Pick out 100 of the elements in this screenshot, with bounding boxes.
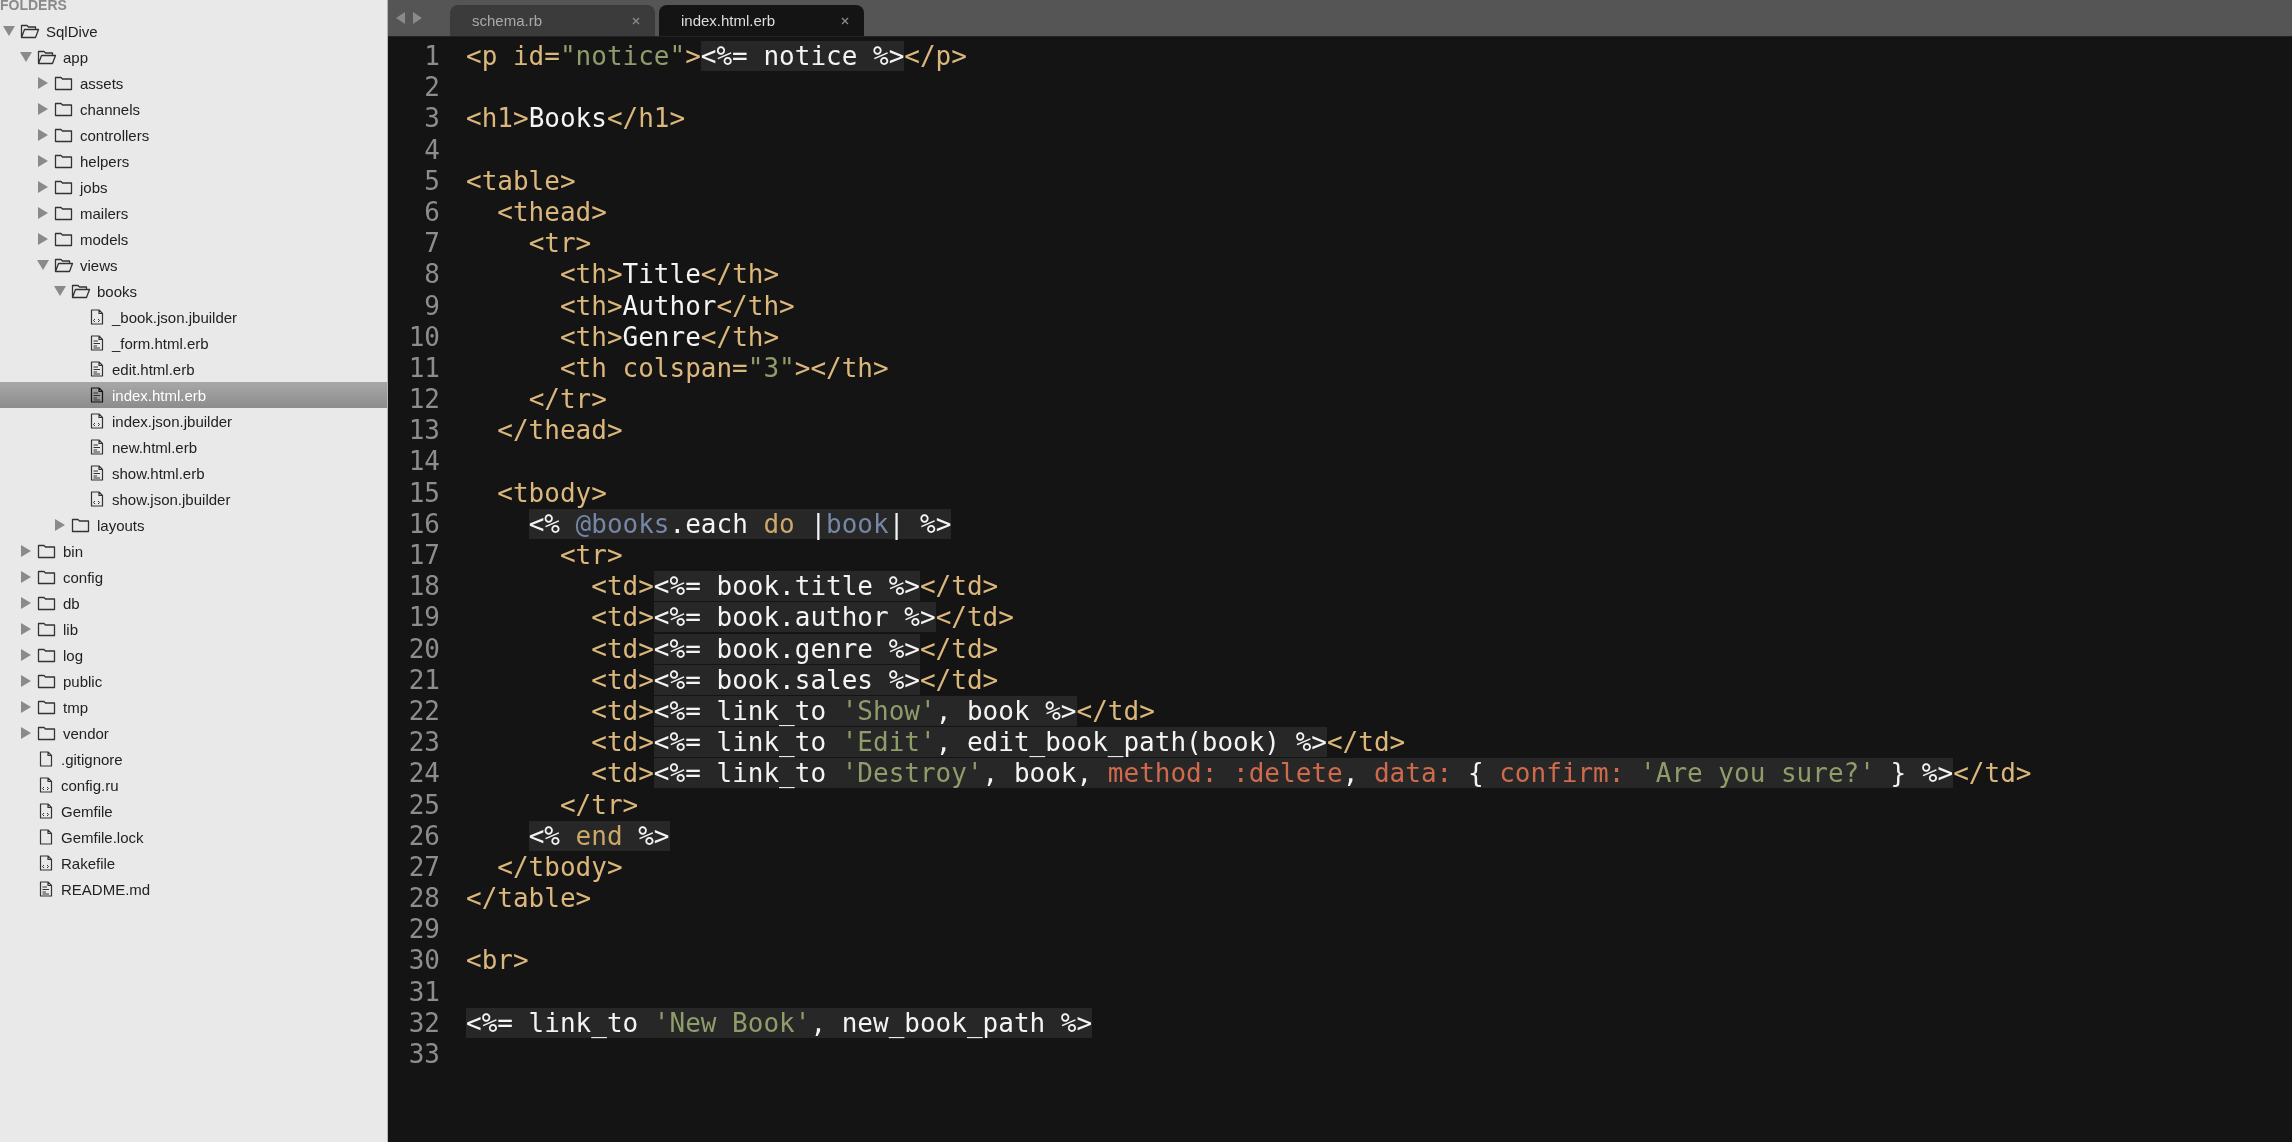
tree-item[interactable]: channels [0, 96, 387, 122]
code-text: { [1452, 758, 1500, 789]
tree-item[interactable]: helpers [0, 148, 387, 174]
html-tag: <th> [559, 290, 623, 321]
editor-tab[interactable]: schema.rb [450, 5, 655, 36]
tree-item[interactable]: vendor [0, 720, 387, 746]
tree-item[interactable]: edit.html.erb [0, 356, 387, 382]
collapsed-arrow-icon[interactable] [21, 701, 31, 713]
tree-item[interactable]: app [0, 44, 387, 70]
line-number: 16 [407, 508, 441, 540]
code-text: <%= book.author %> [653, 602, 936, 633]
collapsed-arrow-icon[interactable] [38, 207, 48, 219]
html-tag: <th> [559, 321, 623, 352]
line-number: 8 [423, 259, 441, 291]
tree-item[interactable]: controllers [0, 122, 387, 148]
open-folder-icon [54, 257, 74, 273]
close-icon[interactable] [840, 15, 850, 26]
text-file-icon [90, 335, 104, 351]
line-number: 23 [407, 727, 441, 759]
forward-arrow-icon[interactable] [413, 12, 422, 24]
expanded-arrow-icon[interactable] [3, 26, 15, 36]
tree-item[interactable]: _book.json.jbuilder [0, 304, 387, 330]
html-tag: </td> [1076, 695, 1155, 726]
tree-item[interactable]: show.html.erb [0, 460, 387, 486]
code-text: | [794, 508, 827, 539]
html-tag: </table> [466, 883, 592, 914]
line-number: 25 [407, 789, 441, 821]
tree-item[interactable]: books [0, 278, 387, 304]
tree-item[interactable]: assets [0, 70, 387, 96]
tree-item[interactable]: log [0, 642, 387, 668]
tree-item[interactable]: config [0, 564, 387, 590]
line-number: 20 [407, 633, 441, 665]
code-text: <%= book.genre %> [653, 633, 920, 664]
collapsed-arrow-icon[interactable] [21, 727, 31, 739]
folder-icon [54, 153, 74, 169]
tree-item[interactable]: new.html.erb [0, 434, 387, 460]
html-tag: <td> [591, 695, 654, 726]
expanded-arrow-icon[interactable] [20, 52, 32, 62]
collapsed-arrow-icon[interactable] [38, 233, 48, 245]
tree-item[interactable]: models [0, 226, 387, 252]
collapsed-arrow-icon[interactable] [38, 103, 48, 115]
line-number: 17 [407, 540, 441, 572]
html-tag: </td> [919, 664, 999, 695]
html-tag: <tr> [559, 540, 623, 570]
tree-item[interactable]: index.json.jbuilder [0, 408, 387, 434]
tree-item[interactable]: tmp [0, 694, 387, 720]
tree-item[interactable]: Rakefile [0, 850, 387, 876]
tree-item[interactable]: _form.html.erb [0, 330, 387, 356]
tree-item[interactable]: layouts [0, 512, 387, 538]
code-text: Books [528, 103, 607, 134]
collapsed-arrow-icon[interactable] [21, 545, 31, 557]
collapsed-arrow-icon[interactable] [21, 597, 31, 609]
tree-item[interactable]: public [0, 668, 387, 694]
code-text: <%= link_to [653, 727, 842, 758]
line-number: 27 [407, 851, 441, 884]
expanded-arrow-icon[interactable] [54, 286, 66, 296]
collapsed-arrow-icon[interactable] [21, 623, 31, 635]
tree-item[interactable]: db [0, 590, 387, 616]
tree-item[interactable]: bin [0, 538, 387, 564]
line-number: 13 [407, 415, 441, 447]
line-number: 11 [407, 352, 441, 385]
tree-item[interactable]: lib [0, 616, 387, 642]
tree-item[interactable]: Gemfile [0, 798, 387, 824]
tree-item[interactable]: jobs [0, 174, 387, 200]
back-arrow-icon[interactable] [396, 12, 405, 24]
code-text: | %> [888, 508, 952, 539]
tree-item[interactable]: SqlDive [0, 18, 387, 44]
collapsed-arrow-icon[interactable] [38, 181, 48, 193]
line-number: 12 [407, 384, 441, 416]
line-number: 10 [407, 321, 441, 353]
tree-item[interactable]: mailers [0, 200, 387, 226]
html-tag: <td> [591, 758, 654, 789]
code-file-icon [39, 855, 53, 871]
file-icon [39, 751, 53, 767]
folder-icon [37, 699, 57, 715]
tree-item[interactable]: show.json.jbuilder [0, 486, 387, 512]
close-icon[interactable] [631, 15, 641, 26]
editor-tab[interactable]: index.html.erb [659, 5, 864, 36]
tree-item[interactable]: .gitignore [0, 746, 387, 772]
line-number: 1 [423, 41, 441, 73]
tree-item[interactable]: views [0, 252, 387, 278]
collapsed-arrow-icon[interactable] [21, 649, 31, 661]
html-tag: </thead> [497, 415, 623, 446]
collapsed-arrow-icon[interactable] [21, 675, 31, 687]
expanded-arrow-icon[interactable] [37, 260, 49, 270]
code-text: .each [669, 508, 764, 539]
collapsed-arrow-icon[interactable] [38, 129, 48, 141]
collapsed-arrow-icon[interactable] [38, 77, 48, 89]
collapsed-arrow-icon[interactable] [21, 571, 31, 583]
tree-item[interactable]: config.ru [0, 772, 387, 798]
folder-icon [54, 179, 74, 195]
tree-item[interactable]: README.md [0, 876, 387, 902]
code-text: <%= link_to [466, 1007, 654, 1038]
collapsed-arrow-icon[interactable] [38, 155, 48, 167]
string-literal: 'Destroy' [841, 758, 983, 789]
tree-item[interactable]: Gemfile.lock [0, 824, 387, 850]
html-tag: <th colspan= [559, 352, 748, 383]
line-number: 31 [407, 976, 441, 1008]
html-tag: </td> [919, 571, 999, 602]
collapsed-arrow-icon[interactable] [55, 519, 65, 531]
